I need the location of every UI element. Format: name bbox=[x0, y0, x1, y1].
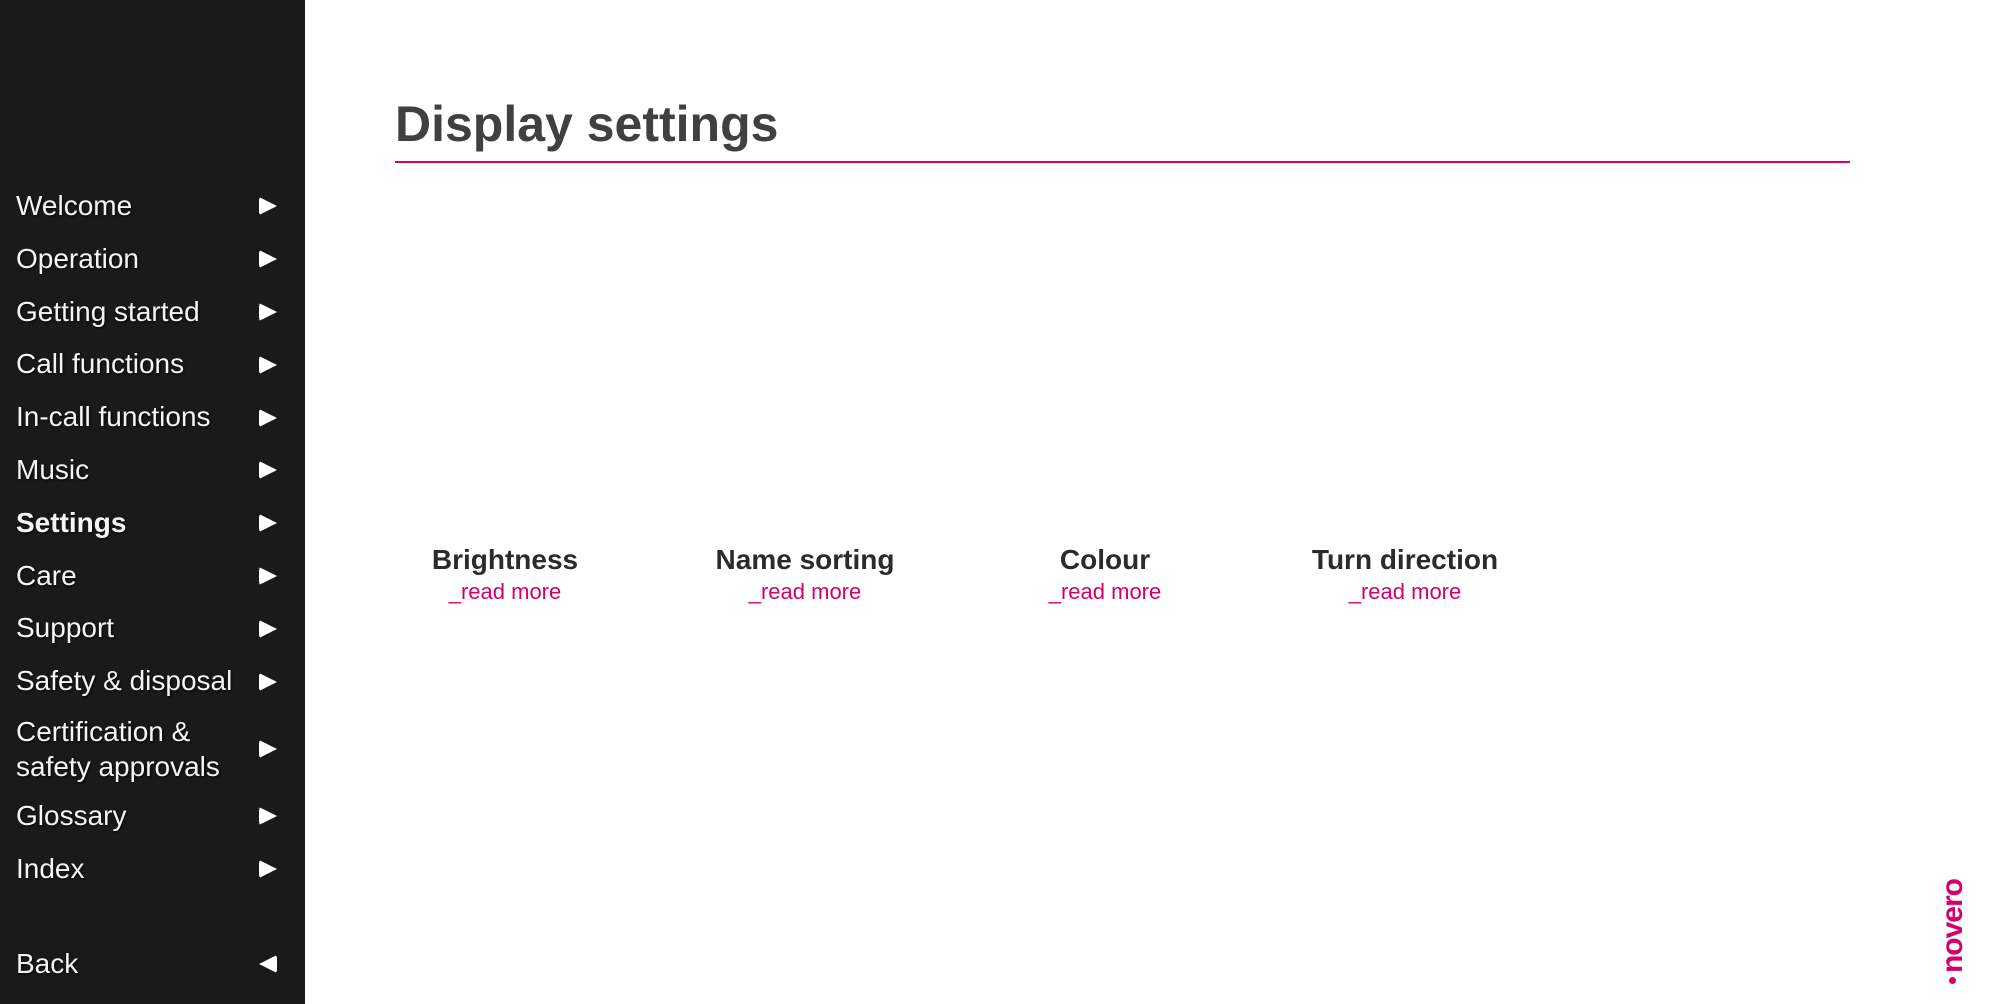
chevron-right-icon bbox=[259, 461, 277, 479]
sidebar-item-in-call-functions[interactable]: In-call functions bbox=[0, 391, 305, 444]
brand-dot-icon bbox=[1950, 977, 1957, 984]
sidebar-item-label: In-call functions bbox=[16, 395, 211, 440]
sidebar-item-glossary[interactable]: Glossary bbox=[0, 790, 305, 843]
sidebar-item-settings[interactable]: Settings bbox=[0, 497, 305, 550]
sidebar-item-label: Safety & disposal bbox=[16, 659, 232, 704]
sidebar-item-index[interactable]: Index bbox=[0, 843, 305, 896]
sidebar-item-label: Operation bbox=[16, 237, 139, 282]
read-more-link[interactable]: _read more bbox=[1005, 579, 1205, 605]
chevron-right-icon bbox=[259, 740, 277, 758]
sidebar-item-label: Settings bbox=[16, 501, 126, 546]
tile-turn-direction: Turn direction _read more bbox=[1305, 543, 1505, 605]
chevron-right-icon bbox=[259, 409, 277, 427]
sidebar-item-care[interactable]: Care bbox=[0, 550, 305, 603]
sidebar-item-getting-started[interactable]: Getting started bbox=[0, 286, 305, 339]
sidebar-item-operation[interactable]: Operation bbox=[0, 233, 305, 286]
tile-title: Colour bbox=[1005, 543, 1205, 577]
brand-text: novero bbox=[1936, 879, 1969, 973]
sidebar-item-label: Glossary bbox=[16, 794, 126, 839]
sidebar-item-label: Support bbox=[16, 606, 114, 651]
read-more-link[interactable]: _read more bbox=[405, 579, 605, 605]
sidebar-item-call-functions[interactable]: Call functions bbox=[0, 338, 305, 391]
tile-name-sorting: Name sorting _read more bbox=[705, 543, 905, 605]
chevron-right-icon bbox=[259, 567, 277, 585]
chevron-right-icon bbox=[259, 620, 277, 638]
setting-tiles: Brightness _read more Name sorting _read… bbox=[395, 543, 1930, 605]
sidebar-item-certification[interactable]: Certification & safety approvals bbox=[0, 708, 305, 790]
sidebar-item-label: Care bbox=[16, 554, 77, 599]
sidebar-item-label: Certification & safety approvals bbox=[16, 714, 220, 784]
brand-logo: novero bbox=[1938, 879, 1968, 984]
chevron-left-icon bbox=[259, 955, 277, 973]
tile-title: Brightness bbox=[405, 543, 605, 577]
sidebar-item-label: Index bbox=[16, 847, 85, 892]
read-more-link[interactable]: _read more bbox=[705, 579, 905, 605]
tile-colour: Colour _read more bbox=[1005, 543, 1205, 605]
tile-title: Turn direction bbox=[1305, 543, 1505, 577]
sidebar-item-support[interactable]: Support bbox=[0, 602, 305, 655]
back-label: Back bbox=[16, 948, 78, 980]
tile-title: Name sorting bbox=[705, 543, 905, 577]
sidebar-item-label: Music bbox=[16, 448, 89, 493]
chevron-right-icon bbox=[259, 673, 277, 691]
page-title: Display settings bbox=[395, 95, 1850, 163]
sidebar-item-safety-disposal[interactable]: Safety & disposal bbox=[0, 655, 305, 708]
sidebar-item-label: Welcome bbox=[16, 184, 132, 229]
read-more-link[interactable]: _read more bbox=[1305, 579, 1505, 605]
main-content: Display settings Brightness _read more N… bbox=[305, 0, 1990, 1004]
sidebar-nav: Welcome Operation Getting started Call f… bbox=[0, 0, 305, 1004]
sidebar-item-music[interactable]: Music bbox=[0, 444, 305, 497]
chevron-right-icon bbox=[259, 250, 277, 268]
chevron-right-icon bbox=[259, 807, 277, 825]
chevron-right-icon bbox=[259, 197, 277, 215]
chevron-right-icon bbox=[259, 860, 277, 878]
chevron-right-icon bbox=[259, 356, 277, 374]
sidebar-item-label: Call functions bbox=[16, 342, 184, 387]
chevron-right-icon bbox=[259, 303, 277, 321]
sidebar-item-label: Getting started bbox=[16, 290, 200, 335]
sidebar-item-welcome[interactable]: Welcome bbox=[0, 180, 305, 233]
chevron-right-icon bbox=[259, 514, 277, 532]
tile-brightness: Brightness _read more bbox=[405, 543, 605, 605]
back-button[interactable]: Back bbox=[0, 944, 305, 984]
